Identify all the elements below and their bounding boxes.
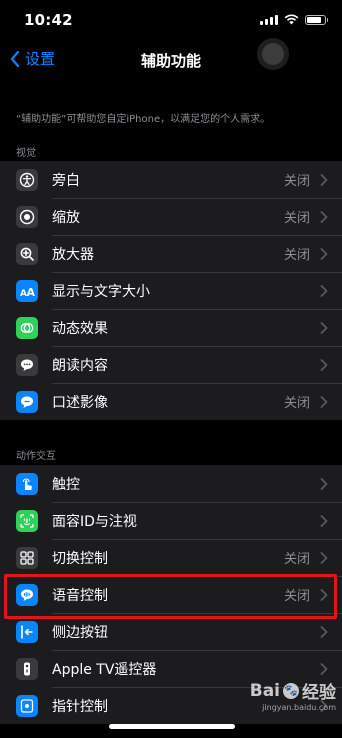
wifi-icon bbox=[284, 14, 299, 25]
settings-row-value: 关闭 bbox=[283, 248, 310, 263]
assistive-touch-button[interactable] bbox=[257, 38, 289, 70]
chevron-right-icon bbox=[320, 284, 328, 297]
watermark: Bai 🐾 经验 jingyan.baidu.com bbox=[249, 678, 336, 713]
status-icons bbox=[260, 14, 328, 25]
chevron-right-icon bbox=[320, 514, 328, 527]
home-indicator bbox=[109, 724, 235, 729]
section-header-interaction: 动作交互 bbox=[16, 451, 56, 462]
status-bar: 10:42 bbox=[0, 0, 342, 40]
switch-control-icon bbox=[16, 546, 38, 569]
settings-row-label: 显示与文字大小 bbox=[52, 283, 150, 300]
text-size-icon: AA bbox=[16, 279, 38, 302]
svg-text:A: A bbox=[27, 286, 36, 299]
settings-row-value: 关闭 bbox=[283, 396, 310, 411]
remote-icon bbox=[16, 657, 38, 680]
chevron-right-icon bbox=[320, 551, 328, 564]
settings-row-value: 关闭 bbox=[283, 589, 310, 604]
settings-row-value: 关闭 bbox=[283, 211, 310, 226]
settings-row[interactable]: 缩放 关闭 bbox=[0, 198, 342, 235]
settings-row-label: 侧边按钮 bbox=[52, 624, 108, 641]
battery-fill bbox=[307, 16, 322, 23]
chevron-right-icon bbox=[320, 210, 328, 223]
touch-icon bbox=[16, 472, 38, 495]
voiceover-icon bbox=[16, 168, 38, 191]
watermark-logo: Bai 🐾 经验 bbox=[249, 680, 336, 704]
settings-row[interactable]: 触控 bbox=[0, 465, 342, 502]
settings-row-label: 缩放 bbox=[52, 209, 80, 226]
settings-row[interactable]: 动态效果 bbox=[0, 309, 342, 346]
status-time: 10:42 bbox=[24, 11, 73, 29]
chevron-right-icon bbox=[320, 477, 328, 490]
settings-row-label: 旁白 bbox=[52, 172, 80, 189]
settings-row[interactable]: 侧边按钮 bbox=[0, 613, 342, 650]
cellular-signal-icon bbox=[260, 14, 278, 25]
page-title: 辅助功能 bbox=[140, 52, 201, 70]
audio-description-icon bbox=[16, 390, 38, 413]
voice-control-icon bbox=[16, 583, 38, 606]
chevron-right-icon bbox=[320, 247, 328, 260]
face-id-icon bbox=[16, 509, 38, 532]
zoom-icon bbox=[16, 205, 38, 228]
page-description: “辅助功能”可帮助您自定iPhone，以满足您的个人需求。 bbox=[16, 114, 271, 125]
pointer-icon bbox=[16, 694, 38, 717]
settings-row[interactable]: 朗读内容 bbox=[0, 346, 342, 383]
watermark-url: jingyan.baidu.com bbox=[262, 703, 336, 712]
settings-row[interactable]: 放大器 关闭 bbox=[0, 235, 342, 272]
magnifier-icon bbox=[16, 242, 38, 265]
chevron-right-icon bbox=[320, 588, 328, 601]
settings-row[interactable]: 语音控制 关闭 bbox=[0, 576, 342, 613]
chevron-right-icon bbox=[320, 395, 328, 408]
side-button-icon bbox=[16, 620, 38, 643]
settings-row-label: 动态效果 bbox=[52, 320, 108, 337]
settings-row-label: 切换控制 bbox=[52, 550, 108, 567]
settings-row-value: 关闭 bbox=[283, 552, 310, 567]
settings-row[interactable]: A A 显示与文字大小 bbox=[0, 272, 342, 309]
settings-row[interactable]: 面容ID与注视 bbox=[0, 502, 342, 539]
settings-row-label: 口述影像 bbox=[52, 394, 108, 411]
settings-row-label: 语音控制 bbox=[52, 587, 108, 604]
settings-row-label: 面容ID与注视 bbox=[52, 513, 137, 530]
settings-row[interactable]: 旁白 关闭 bbox=[0, 161, 342, 198]
motion-icon bbox=[16, 316, 38, 339]
settings-row[interactable]: 口述影像 关闭 bbox=[0, 383, 342, 420]
paw-icon: 🐾 bbox=[283, 682, 299, 699]
section-header-vision: 视觉 bbox=[16, 148, 36, 159]
chevron-right-icon bbox=[320, 173, 328, 186]
chevron-right-icon bbox=[320, 321, 328, 334]
battery-icon bbox=[305, 14, 328, 25]
speech-bubble-icon bbox=[16, 353, 38, 376]
settings-row-label: 朗读内容 bbox=[52, 357, 108, 374]
settings-row-label: 触控 bbox=[52, 476, 80, 493]
settings-row-label: 放大器 bbox=[52, 246, 94, 263]
chevron-right-icon bbox=[320, 358, 328, 371]
settings-row-value: 关闭 bbox=[283, 174, 310, 189]
settings-row[interactable]: 切换控制 关闭 bbox=[0, 539, 342, 576]
chevron-right-icon bbox=[320, 662, 328, 675]
settings-group-vision: 旁白 关闭 缩放 关闭 放大器 关闭 A A 显示与文字大小 动态效果 朗读内容 口述影像 关闭 bbox=[0, 161, 342, 420]
chevron-right-icon bbox=[320, 625, 328, 638]
settings-row-label: Apple TV遥控器 bbox=[52, 661, 157, 678]
navigation-bar: 设置 辅助功能 bbox=[0, 40, 342, 80]
